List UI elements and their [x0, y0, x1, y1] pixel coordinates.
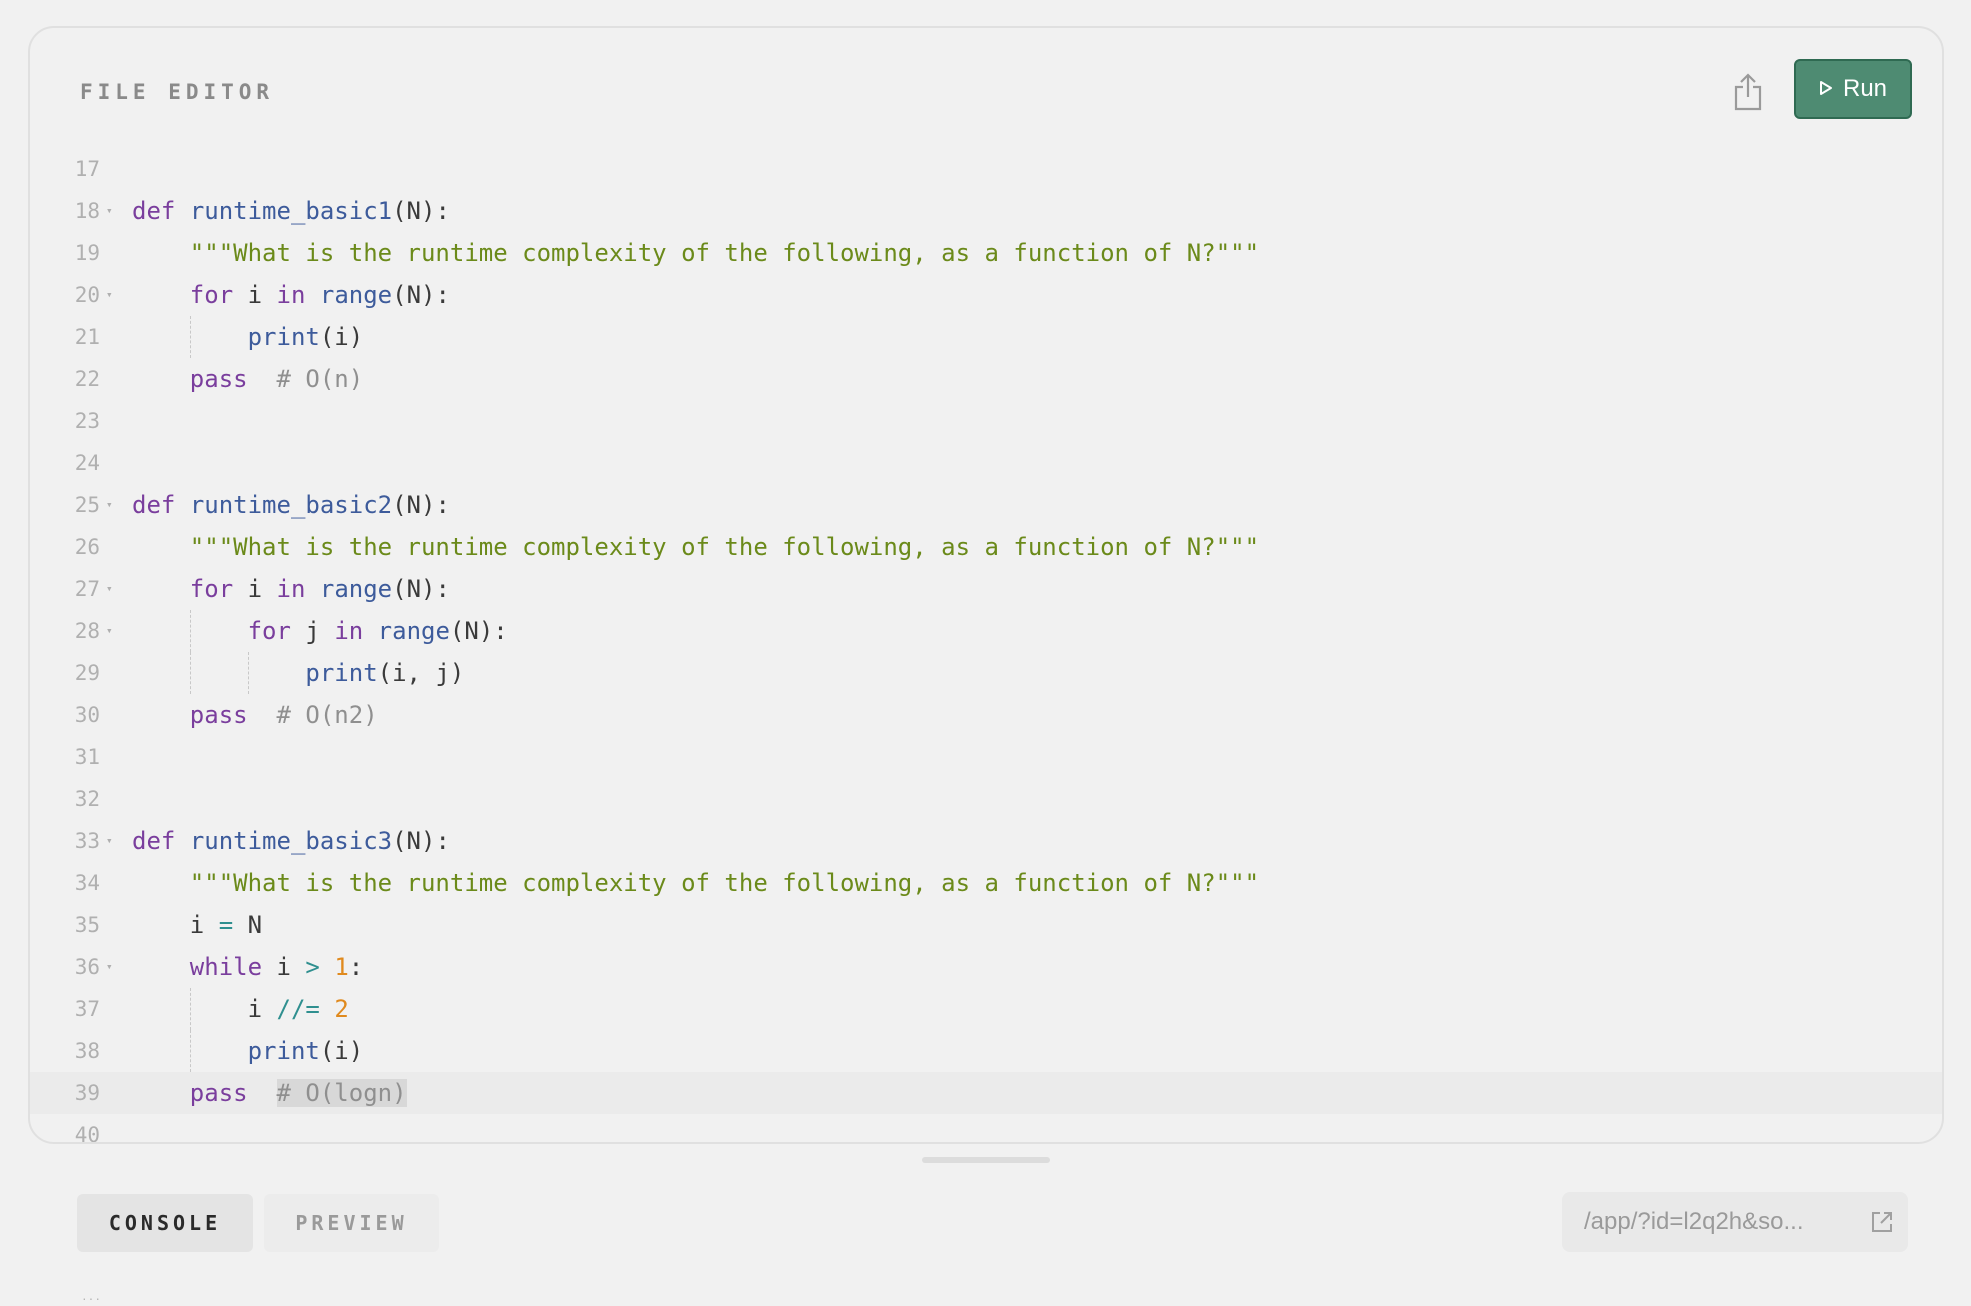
code-text: pass # O(logn)	[189, 1079, 407, 1107]
run-button-label: Run	[1842, 75, 1888, 102]
code-text: i //= 2	[132, 995, 349, 1023]
code-text: """What is the runtime complexity of the…	[189, 869, 1260, 897]
code-line[interactable]: 20 ▾ for i in range(N):	[30, 274, 1942, 316]
code-text: pass # O(n2)	[189, 701, 378, 729]
fold-arrow-icon[interactable]: ▾	[106, 946, 118, 988]
code-line[interactable]: 36 ▾ while i > 1:	[30, 946, 1942, 988]
code-line[interactable]: 31	[30, 736, 1942, 778]
line-number: 34	[74, 871, 100, 895]
fold-arrow-icon[interactable]: ▾	[106, 484, 118, 526]
line-number: 35	[74, 913, 100, 937]
code-text: i = N	[132, 911, 263, 939]
line-number: 26	[74, 535, 100, 559]
code-line[interactable]: 18 ▾ def runtime_basic1(N):	[30, 190, 1942, 232]
code-line[interactable]: 39 pass # O(logn)	[30, 1072, 1942, 1114]
code-text: print(i)	[247, 323, 364, 351]
code-text: print(i)	[247, 1037, 364, 1065]
line-number: 38	[74, 1039, 100, 1063]
line-number: 37	[74, 997, 100, 1021]
code-text: """What is the runtime complexity of the…	[189, 533, 1260, 561]
code-text: while i > 1:	[189, 953, 364, 981]
code-line[interactable]: 32	[30, 778, 1942, 820]
code-text: def runtime_basic3(N):	[132, 827, 450, 855]
panel-resize-handle[interactable]	[922, 1157, 1050, 1163]
code-line[interactable]: 28 ▾ for j in range(N):	[30, 610, 1942, 652]
line-number: 21	[74, 325, 100, 349]
code-line[interactable]: 37 i //= 2	[30, 988, 1942, 1030]
code-line[interactable]: 26 """What is the runtime complexity of …	[30, 526, 1942, 568]
code-editor[interactable]: 17 18 ▾ def runtime_basic1(N): 19 """What is…	[30, 158, 1942, 1144]
preview-url-link[interactable]: /app/?id=l2q2h&so...	[1562, 1192, 1908, 1252]
line-number: 22	[74, 367, 100, 391]
code-line[interactable]: 21 print(i)	[30, 316, 1942, 358]
file-editor-panel: FILE EDITOR Run 17 18 ▾ def runtime_basic1(…	[28, 26, 1944, 1144]
line-number: 20	[74, 283, 100, 307]
line-number: 27	[74, 577, 100, 601]
tab-preview[interactable]: PREVIEW	[264, 1194, 439, 1252]
code-line[interactable]: 30 pass # O(n2)	[30, 694, 1942, 736]
code-line[interactable]: 27 ▾ for i in range(N):	[30, 568, 1942, 610]
code-line[interactable]: 25 ▾ def runtime_basic2(N):	[30, 484, 1942, 526]
preview-url-text: /app/?id=l2q2h&so...	[1584, 1208, 1804, 1235]
code-line[interactable]: 19 """What is the runtime complexity of …	[30, 232, 1942, 274]
code-line[interactable]: 34 """What is the runtime complexity of …	[30, 862, 1942, 904]
tab-console[interactable]: CONSOLE	[77, 1194, 253, 1252]
line-number: 23	[74, 409, 100, 433]
code-text: for i in range(N):	[189, 281, 450, 309]
code-line[interactable]: 33 ▾ def runtime_basic3(N):	[30, 820, 1942, 862]
code-text: print(i, j)	[305, 659, 465, 687]
line-number: 24	[74, 451, 100, 475]
code-text: """What is the runtime complexity of the…	[189, 239, 1260, 267]
code-line[interactable]: 22 pass # O(n)	[30, 358, 1942, 400]
panel-title: FILE EDITOR	[80, 80, 275, 104]
fold-arrow-icon[interactable]: ▾	[106, 610, 118, 652]
code-line[interactable]: 35 i = N	[30, 904, 1942, 946]
console-output-partial: ···	[82, 1290, 102, 1306]
run-button[interactable]: Run	[1794, 59, 1912, 119]
line-number: 33	[74, 829, 100, 853]
line-number: 25	[74, 493, 100, 517]
code-text: for j in range(N):	[247, 617, 508, 645]
line-number: 39	[74, 1081, 100, 1105]
code-line[interactable]: 17	[30, 158, 1942, 190]
code-line[interactable]: 29 print(i, j)	[30, 652, 1942, 694]
code-text: def runtime_basic2(N):	[132, 491, 450, 519]
share-icon	[1733, 72, 1763, 117]
play-icon	[1819, 75, 1833, 103]
line-number: 32	[74, 787, 100, 811]
line-number: 36	[74, 955, 100, 979]
line-number: 18	[74, 199, 100, 223]
fold-arrow-icon[interactable]: ▾	[106, 274, 118, 316]
share-button[interactable]	[1720, 66, 1776, 122]
fold-arrow-icon[interactable]: ▾	[106, 820, 118, 862]
code-text: def runtime_basic1(N):	[132, 197, 450, 225]
line-number: 17	[74, 158, 100, 181]
fold-arrow-icon[interactable]: ▾	[106, 568, 118, 610]
code-text: pass # O(n)	[189, 365, 364, 393]
fold-arrow-icon[interactable]: ▾	[106, 190, 118, 232]
code-text: for i in range(N):	[189, 575, 450, 603]
code-line[interactable]: 24	[30, 442, 1942, 484]
code-line[interactable]: 40	[30, 1114, 1942, 1144]
line-number: 28	[74, 619, 100, 643]
line-number: 40	[74, 1123, 100, 1144]
code-line[interactable]: 38 print(i)	[30, 1030, 1942, 1072]
line-number: 31	[74, 745, 100, 769]
line-number: 29	[74, 661, 100, 685]
code-line[interactable]: 23	[30, 400, 1942, 442]
line-number: 30	[74, 703, 100, 727]
external-link-icon	[1870, 1210, 1894, 1234]
line-number: 19	[74, 241, 100, 265]
